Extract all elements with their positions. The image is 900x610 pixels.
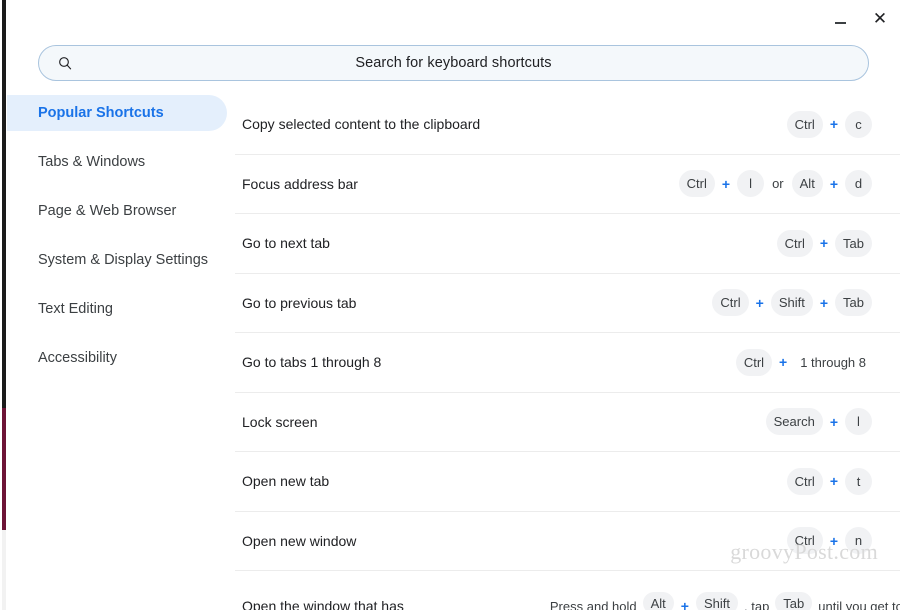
- shortcut-row: Go to next tab Ctrl + Tab: [235, 214, 900, 274]
- key-chip[interactable]: Tab: [835, 229, 872, 257]
- shortcut-list[interactable]: Copy selected content to the clipboard Ct…: [235, 95, 900, 610]
- shortcut-description: Go to previous tab: [242, 294, 357, 311]
- sidebar-item-text-editing[interactable]: Text Editing: [7, 291, 227, 327]
- shortcut-keys: Ctrl + Tab: [776, 229, 900, 257]
- shortcut-keys: Ctrl + Shift + Tab: [712, 289, 900, 317]
- shortcut-row: Open new window Ctrl + n: [235, 512, 900, 571]
- key-plus-separator: +: [819, 294, 829, 311]
- key-chip[interactable]: l: [845, 408, 872, 436]
- key-chip[interactable]: Tab: [835, 289, 872, 317]
- key-chip[interactable]: Ctrl: [735, 348, 773, 376]
- shortcut-row: Open the window that has Press and hold Al…: [235, 571, 900, 610]
- key-plain-text: until you get to the: [818, 599, 900, 610]
- background-window-edge: [0, 0, 7, 610]
- shortcut-row: Go to previous tab Ctrl + Shift + Tab: [235, 274, 900, 333]
- key-plus-separator: +: [829, 532, 838, 549]
- key-plus-separator: +: [829, 116, 838, 133]
- shortcut-keys: Press and hold Alt + Shift , tap Tab until you…: [404, 592, 900, 610]
- sidebar-item-accessibility[interactable]: Accessibility: [7, 340, 227, 376]
- shortcut-keys: Ctrl + n: [786, 527, 900, 555]
- key-chip[interactable]: t: [845, 467, 872, 495]
- shortcut-description: Go to tabs 1 through 8: [242, 354, 382, 371]
- shortcut-description: Focus address bar: [242, 175, 358, 192]
- key-chip[interactable]: Alt: [642, 592, 674, 610]
- shortcut-row: Go to tabs 1 through 8 Ctrl +1 through 8: [235, 333, 900, 393]
- sidebar-item-label: Page & Web Browser: [38, 203, 177, 219]
- key-chip[interactable]: n: [845, 527, 872, 555]
- shortcut-description: Copy selected content to the clipboard: [242, 116, 481, 133]
- key-chip[interactable]: Ctrl: [786, 467, 823, 495]
- key-or-separator: or: [772, 176, 784, 192]
- background-window-edge-magenta: [2, 408, 6, 530]
- key-chip[interactable]: Ctrl: [678, 170, 715, 198]
- key-chip[interactable]: l: [737, 170, 765, 198]
- key-chip[interactable]: Search: [765, 408, 823, 436]
- sidebar-item-tabs-windows[interactable]: Tabs & Windows: [7, 144, 227, 180]
- shortcut-description: Open new window: [242, 532, 357, 549]
- sidebar: Popular Shortcuts Tabs & Windows Page & We…: [7, 95, 227, 610]
- key-chip[interactable]: Tab: [775, 592, 813, 610]
- key-plus-separator: +: [779, 354, 788, 371]
- shortcuts-app: ✕ Search for keyboard shortcuts Popular …: [7, 0, 900, 610]
- close-icon: ✕: [872, 8, 888, 28]
- minimize-button[interactable]: [826, 4, 854, 32]
- sidebar-item-label: Text Editing: [38, 301, 113, 317]
- shortcut-description: Go to next tab: [242, 235, 330, 252]
- shortcut-row: Lock screen Search + l: [235, 393, 900, 452]
- key-plus-separator: +: [829, 413, 838, 430]
- key-plus-separator: +: [829, 175, 838, 192]
- titlebar: ✕: [7, 0, 900, 36]
- search-placeholder: Search for keyboard shortcuts: [355, 55, 552, 71]
- shortcut-keys: Ctrl + t: [786, 467, 900, 495]
- key-chip[interactable]: Shift: [695, 592, 738, 610]
- content-area: Popular Shortcuts Tabs & Windows Page & We…: [7, 95, 900, 610]
- key-plus-separator: +: [819, 235, 829, 252]
- key-plus-separator: +: [680, 598, 689, 610]
- background-window-edge-dark: [2, 0, 6, 408]
- search-icon: [59, 57, 72, 70]
- sidebar-item-label: Accessibility: [38, 350, 117, 366]
- shortcut-keys: Ctrl + c: [786, 110, 900, 138]
- key-plus-separator: +: [721, 175, 731, 192]
- shortcut-keys: Ctrl + l or Alt + d: [678, 170, 900, 198]
- key-chip[interactable]: Ctrl: [786, 527, 823, 555]
- shortcut-keys: Search + l: [765, 408, 900, 436]
- sidebar-item-label: System & Display Settings: [38, 252, 209, 268]
- key-plain-text: , tap: [744, 599, 770, 610]
- close-button[interactable]: ✕: [866, 4, 894, 32]
- sidebar-item-system-display-settings[interactable]: System & Display Settings: [7, 242, 227, 278]
- shortcut-description: Lock screen: [242, 413, 318, 430]
- key-chip[interactable]: Ctrl: [786, 110, 823, 138]
- shortcut-row: Copy selected content to the clipboard Ct…: [235, 95, 900, 155]
- key-plus-separator: +: [829, 473, 838, 490]
- key-plain-text: Press and hold: [549, 599, 637, 610]
- sidebar-item-label: Tabs & Windows: [38, 154, 146, 170]
- key-chip[interactable]: c: [845, 110, 872, 138]
- shortcut-description: Open the window that has: [242, 598, 404, 610]
- minimize-icon: [834, 21, 846, 24]
- background-window-edge-light: [2, 530, 6, 610]
- key-plus-separator: +: [755, 294, 764, 311]
- shortcut-description: Open new tab: [242, 473, 330, 490]
- shortcut-row: Open new tab Ctrl + t: [235, 452, 900, 512]
- search-bar: Search for keyboard shortcuts: [38, 45, 869, 81]
- search-input[interactable]: Search for keyboard shortcuts: [38, 45, 869, 81]
- shortcut-keys: Ctrl +1 through 8: [735, 348, 900, 376]
- shortcuts-window: ✕ Search for keyboard shortcuts Popular …: [0, 0, 900, 610]
- sidebar-item-popular-shortcuts[interactable]: Popular Shortcuts: [7, 95, 227, 131]
- sidebar-item-page-web-browser[interactable]: Page & Web Browser: [7, 193, 227, 229]
- key-chip[interactable]: Ctrl: [776, 229, 813, 257]
- sidebar-item-label: Popular Shortcuts: [38, 105, 164, 121]
- key-chip[interactable]: Shift: [770, 289, 813, 317]
- key-chip[interactable]: Ctrl: [712, 289, 749, 317]
- key-chip[interactable]: d: [845, 170, 872, 198]
- shortcut-row: Focus address bar Ctrl + l or Alt + d: [235, 155, 900, 214]
- key-plain-text: 1 through 8: [800, 354, 866, 370]
- key-chip[interactable]: Alt: [791, 170, 823, 198]
